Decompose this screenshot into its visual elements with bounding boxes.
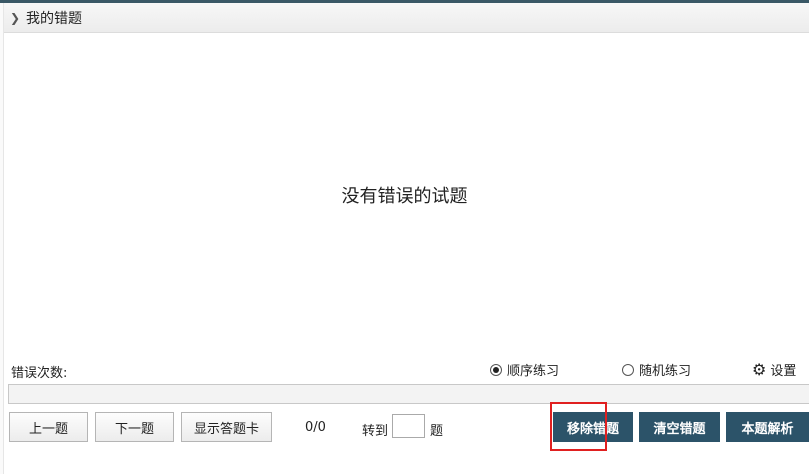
goto-unit-label: 题 [430,424,444,439]
question-counter: 0/0 [305,420,326,435]
empty-message: 没有错误的试题 [341,186,468,207]
next-question-button[interactable]: 下一题 [95,412,174,442]
goto-label: 转到 [362,424,389,439]
progress-bar [8,384,809,404]
random-radio[interactable] [622,363,634,376]
sequential-label: 顺序练习 [507,364,560,379]
prev-question-button[interactable]: 上一题 [9,412,88,442]
random-label: 随机练习 [639,364,692,379]
settings-label: 设置 [770,364,797,379]
random-practice-option[interactable]: 随机练习 [622,360,691,379]
clear-wrong-questions-button[interactable]: 清空错题 [639,412,720,442]
goto-question-input[interactable] [392,414,425,438]
sequential-practice-option[interactable]: 顺序练习 [490,360,559,379]
chevron-right-icon[interactable]: ❯ [4,11,26,25]
remove-wrong-question-button[interactable]: 移除错题 [553,412,633,442]
question-explanation-button[interactable]: 本题解析 [726,412,809,442]
show-answer-card-button[interactable]: 显示答题卡 [181,412,272,442]
left-edge [0,3,4,474]
gear-icon: ⚙ [752,359,767,379]
error-count-label: 错误次数: [11,366,68,381]
sequential-radio[interactable] [490,363,502,376]
page-title: 我的错题 [26,10,82,27]
panel-header[interactable]: ❯ 我的错题 [4,3,809,33]
settings-button[interactable]: ⚙ 设置 [752,360,796,379]
options-row: 错误次数: 顺序练习 随机练习 ⚙ 设置 [4,358,809,382]
